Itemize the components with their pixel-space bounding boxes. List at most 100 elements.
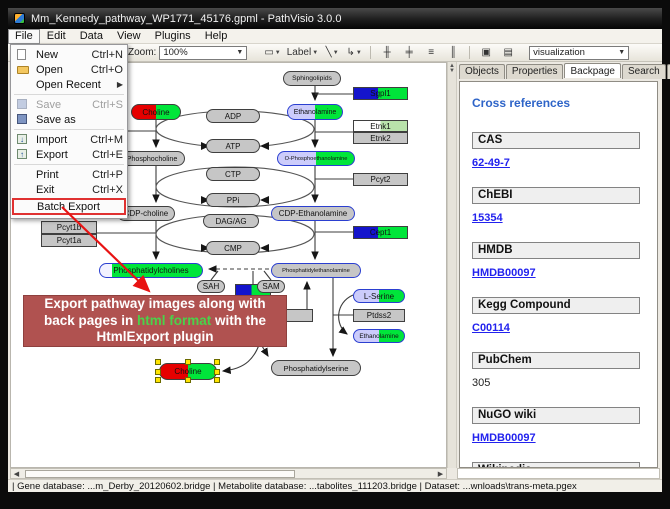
menu-edit[interactable]: Edit — [40, 29, 73, 44]
selection-handle[interactable] — [214, 377, 220, 383]
align-center-vertical-icon[interactable]: ╪ — [400, 45, 418, 60]
zoom-select[interactable]: 100%▼ — [159, 46, 247, 60]
tab-search[interactable]: Search — [622, 64, 666, 79]
pathway-node-cept1[interactable]: Cept1 — [353, 226, 408, 239]
file-menu-item-import[interactable]: ↓ImportCtrl+M — [11, 132, 127, 147]
save-as-icon — [15, 114, 31, 126]
tab-backpage[interactable]: Backpage — [564, 63, 620, 78]
selection-handle[interactable] — [185, 377, 191, 383]
tab-properties[interactable]: Properties — [506, 64, 564, 79]
selection-handle[interactable] — [155, 359, 161, 365]
scrollbar-thumb[interactable] — [25, 470, 295, 478]
selection-handle[interactable] — [185, 359, 191, 365]
canvas-horizontal-scrollbar[interactable]: ◀ ▶ — [10, 468, 447, 479]
pathway-node-cdp-ethanolamine[interactable]: CDP-Ethanolamine — [271, 206, 355, 221]
pathway-node-l-serine[interactable]: L-Serine — [353, 289, 405, 303]
distribute-horizontal-icon[interactable]: ║ — [444, 45, 462, 60]
pathway-node-phosphocholine[interactable]: Phosphocholine — [119, 151, 185, 166]
pathway-node-sphingolipids[interactable]: Sphingolipids — [283, 71, 341, 86]
datanode-tool[interactable]: ▭▼ — [263, 45, 281, 60]
pathway-node-ctp[interactable]: CTP — [206, 167, 260, 181]
align-top-icon[interactable]: ▣ — [477, 45, 495, 60]
align-center-horizontal-icon[interactable]: ╫ — [378, 45, 396, 60]
file-menu-item-exit[interactable]: ExitCtrl+X — [11, 182, 127, 197]
pathway-node-ptdss2[interactable]: Ptdss2 — [353, 309, 405, 322]
tab-objects[interactable]: Objects — [459, 64, 505, 79]
pathway-node-etnk1[interactable]: Etnk1 — [353, 120, 408, 132]
file-menu-item-batch-export[interactable]: Batch Export — [12, 198, 126, 215]
pathway-node-sah[interactable]: SAH — [197, 280, 225, 293]
pathway-node-phosphatidylethanolamine[interactable]: Phosphatidylethanolamine — [271, 263, 361, 278]
crossref-link[interactable]: 62-49-7 — [472, 157, 510, 169]
pathway-node-adp[interactable]: ADP — [206, 109, 260, 123]
pathway-node-ppi[interactable]: PPi — [206, 193, 260, 207]
submenu-arrow-icon: ▶ — [117, 80, 123, 89]
menu-shortcut: Ctrl+P — [92, 169, 123, 181]
crossref-section: CAS62-49-7 — [472, 132, 647, 178]
file-menu-item-save-as[interactable]: Save as — [11, 112, 127, 127]
crossref-link[interactable]: HMDB00097 — [472, 267, 536, 279]
pathway-node-sam[interactable]: SAM — [257, 280, 285, 293]
pathway-node-sgpl1[interactable]: Sgpl1 — [353, 87, 408, 100]
pathway-node-pcyt1a[interactable]: Pcyt1a — [41, 234, 97, 247]
pathway-node-atp[interactable]: ATP — [206, 139, 260, 153]
menu-view[interactable]: View — [110, 29, 148, 44]
crossref-link[interactable]: 15354 — [472, 212, 503, 224]
crossref-database-name: ChEBI — [472, 187, 640, 204]
file-menu-item-open-recent[interactable]: Open Recent▶ — [11, 77, 127, 92]
menu-help[interactable]: Help — [198, 29, 235, 44]
selection-handle[interactable] — [155, 377, 161, 383]
pathway-node-o-phosphoethanolamine[interactable]: O-Phosphoethanolamine — [277, 151, 355, 166]
file-menu-item-new[interactable]: NewCtrl+N — [11, 47, 127, 62]
panel-splitter[interactable]: ▲▼ — [447, 62, 457, 468]
chevron-down-icon: ▼ — [618, 49, 625, 56]
menu-shortcut: Ctrl+N — [92, 49, 123, 61]
toolbar-separator — [370, 46, 371, 59]
panel-bottom-strip — [457, 468, 660, 479]
file-menu-item-export[interactable]: ↑ExportCtrl+E — [11, 147, 127, 162]
menu-item-label: Print — [36, 169, 86, 181]
crossref-section: HMDBHMDB00097 — [472, 242, 647, 288]
pathway-node-dag-ag[interactable]: DAG/AG — [203, 214, 259, 228]
file-menu-item-print[interactable]: Print Ctrl+P — [11, 167, 127, 182]
distribute-vertical-icon[interactable]: ≡ — [422, 45, 440, 60]
menu-item-label: Save — [36, 99, 86, 111]
menu-shortcut: Ctrl+E — [92, 149, 123, 161]
pathway-node-pcyt1b[interactable]: Pcyt1b — [41, 221, 97, 234]
tab-legend[interactable]: Legend — [667, 64, 670, 79]
toolbar-separator — [469, 46, 470, 59]
menu-shortcut: Ctrl+O — [91, 64, 123, 76]
selection-handle[interactable] — [214, 359, 220, 365]
menu-file[interactable]: File — [8, 29, 40, 44]
visualization-select[interactable]: visualization▼ — [529, 46, 629, 60]
open-folder-icon — [15, 64, 31, 76]
pathway-node-pcyt2[interactable]: Pcyt2 — [353, 173, 408, 186]
file-menu-item-open[interactable]: OpenCtrl+O — [11, 62, 127, 77]
pathway-node-choline[interactable]: Choline — [131, 104, 181, 120]
selection-handle[interactable] — [214, 369, 220, 375]
crossref-database-name: NuGO wiki — [472, 407, 640, 424]
line-tool[interactable]: ╲▼ — [323, 45, 341, 60]
selection-handle[interactable] — [155, 369, 161, 375]
pathway-node-ethanolamine[interactable]: Ethanolamine — [287, 104, 343, 120]
menu-data[interactable]: Data — [73, 29, 110, 44]
pathway-node-phosphatidylserine[interactable]: Phosphatidylserine — [271, 360, 361, 376]
import-icon: ↓ — [15, 134, 31, 146]
pathway-node-etnk2[interactable]: Etnk2 — [353, 132, 408, 144]
save-icon — [15, 99, 31, 111]
label-tool[interactable]: Label▼ — [286, 45, 319, 60]
pathway-node-ethanolamine[interactable]: Ethanolamine — [353, 329, 405, 343]
scroll-left-icon[interactable]: ◀ — [11, 469, 22, 478]
align-left-icon[interactable]: ▤ — [499, 45, 517, 60]
menu-shortcut: Ctrl+M — [90, 134, 123, 146]
pathway-node[interactable] — [283, 309, 313, 322]
crossref-link[interactable]: C00114 — [472, 322, 510, 334]
connector-tool[interactable]: ↳▼ — [345, 45, 363, 60]
scroll-right-icon[interactable]: ▶ — [435, 469, 446, 478]
file-menu-dropdown: NewCtrl+NOpenCtrl+OOpen Recent▶ Save Ctrl+… — [10, 44, 128, 219]
pathway-node-cmp[interactable]: CMP — [206, 241, 260, 255]
splitter-collapse-icon[interactable]: ▲▼ — [449, 64, 455, 74]
menu-plugins[interactable]: Plugins — [148, 29, 198, 44]
pathway-node-phosphatidylcholines[interactable]: Phosphatidylcholines — [99, 263, 203, 278]
crossref-link[interactable]: HMDB00097 — [472, 432, 536, 444]
